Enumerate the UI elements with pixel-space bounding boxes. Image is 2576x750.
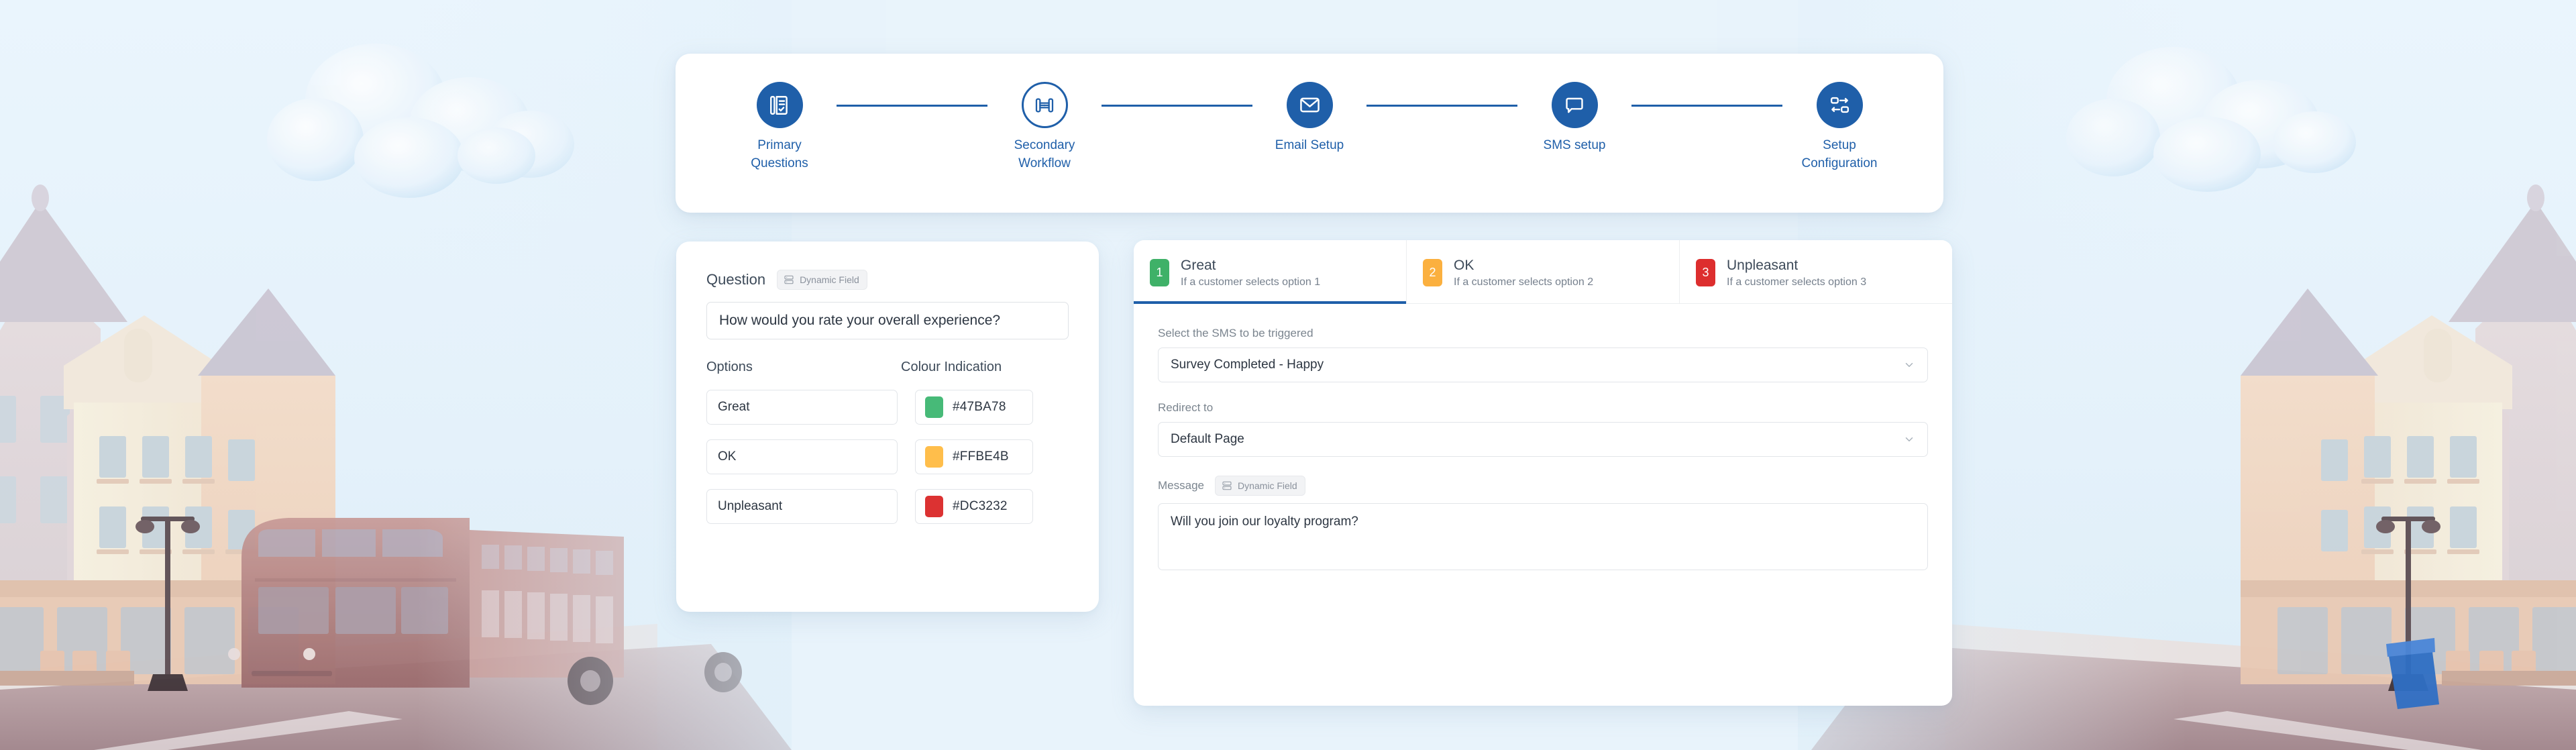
tab-option-1-subtitle: If a customer selects option 1 [1181, 276, 1321, 288]
tab-option-3-number: 3 [1696, 259, 1715, 287]
colour-indication-header: Colour Indication [901, 360, 1002, 374]
step-setup-configuration[interactable]: Setup Configuration [1782, 82, 1896, 173]
option-row-2: OK #FFBE4B [706, 439, 1069, 474]
option-input-3[interactable]: Unpleasant [706, 489, 898, 524]
step-email-setup-circle[interactable] [1286, 82, 1333, 128]
step-primary-questions-circle[interactable] [756, 82, 803, 128]
colour-swatch-1 [925, 396, 943, 418]
workflow-stepper-card: Primary Questions Secondary Workflow Ema… [676, 54, 1943, 213]
redirect-select[interactable]: Default Page [1158, 421, 1928, 457]
chevron-down-icon [1905, 437, 1913, 441]
lamp-post-right [2376, 517, 2440, 691]
stepper-connector-4 [1631, 105, 1782, 107]
message-dynamic-field-badge-label: Dynamic Field [1237, 480, 1297, 491]
stepper-connector-1 [837, 105, 987, 107]
question-input-value: How would you rate your overall experien… [719, 313, 1001, 328]
option-row-1: Great #47BA78 [706, 390, 1069, 425]
option-value-1: Great [718, 400, 750, 414]
message-header: Message Dynamic Field [1158, 475, 1928, 496]
form-spacer-2 [1158, 457, 1928, 476]
options-header: Options [706, 360, 753, 374]
step-secondary-workflow[interactable]: Secondary Workflow [987, 82, 1102, 173]
sms-select[interactable]: Survey Completed - Happy [1158, 347, 1928, 382]
sms-form: Select the SMS to be triggered Survey Co… [1134, 304, 1952, 570]
server-stack-icon [1222, 481, 1232, 490]
right-buildings [2241, 184, 2576, 691]
step-secondary-workflow-label: Secondary Workflow [1014, 138, 1075, 170]
colour-swatch-2 [925, 446, 943, 468]
step-setup-configuration-label: Setup Configuration [1801, 138, 1878, 170]
step-sms-setup-label: SMS setup [1543, 138, 1606, 152]
question-dynamic-field-badge[interactable]: Dynamic Field [777, 270, 867, 290]
option-input-2[interactable]: OK [706, 439, 898, 474]
tab-option-3[interactable]: 3 Unpleasant If a customer selects optio… [1680, 240, 1952, 303]
message-textarea-value: Will you join our loyalty program? [1171, 514, 1358, 529]
step-setup-configuration-circle[interactable] [1816, 82, 1863, 128]
step-primary-questions-label: Primary Questions [751, 138, 808, 170]
question-panel: Question Dynamic Field How would you rat… [676, 242, 1099, 612]
question-input[interactable]: How would you rate your overall experien… [706, 302, 1069, 339]
message-label: Message [1158, 478, 1204, 492]
option-value-2: OK [718, 449, 737, 464]
stepper-connector-2 [1102, 105, 1252, 107]
option-input-1[interactable]: Great [706, 390, 898, 425]
clipboard-check-icon [770, 95, 788, 115]
message-textarea[interactable]: Will you join our loyalty program? [1158, 502, 1928, 570]
stepper-connector-3 [1366, 105, 1517, 107]
tab-option-2-text: OK If a customer selects option 2 [1454, 258, 1593, 288]
colour-chip-1[interactable]: #47BA78 [915, 390, 1033, 425]
step-email-setup[interactable]: Email Setup [1252, 82, 1366, 155]
tab-option-2-title: OK [1454, 258, 1474, 273]
colour-hex-1: #47BA78 [953, 400, 1006, 414]
redirect-select-value: Default Page [1171, 431, 1244, 446]
workflow-stepper: Primary Questions Secondary Workflow Ema… [676, 54, 1943, 213]
sms-select-label: Select the SMS to be triggered [1158, 326, 1313, 339]
sms-select-value: Survey Completed - Happy [1171, 357, 1324, 372]
tab-option-1-number: 1 [1150, 259, 1169, 287]
question-label: Question [706, 271, 766, 288]
form-spacer-1 [1158, 382, 1928, 401]
chat-bubble-icon [1566, 97, 1583, 113]
tab-option-1[interactable]: 1 Great If a customer selects option 1 [1134, 240, 1407, 304]
option-value-3: Unpleasant [718, 499, 783, 513]
step-secondary-workflow-circle[interactable] [1021, 82, 1068, 128]
step-sms-setup-circle[interactable] [1551, 82, 1598, 128]
tab-option-1-title: Great [1181, 258, 1216, 273]
colour-chip-3[interactable]: #DC3232 [915, 489, 1033, 524]
sms-configuration-panel: 1 Great If a customer selects option 1 2… [1134, 240, 1952, 706]
colour-hex-2: #FFBE4B [953, 449, 1009, 464]
colour-hex-3: #DC3232 [953, 499, 1008, 513]
lamp-post-left [136, 517, 200, 691]
tab-option-2-number: 2 [1423, 259, 1442, 287]
tab-option-2-subtitle: If a customer selects option 2 [1454, 276, 1594, 288]
question-dynamic-field-badge-label: Dynamic Field [800, 274, 859, 285]
step-email-setup-label: Email Setup [1275, 138, 1344, 152]
step-sms-setup[interactable]: SMS setup [1517, 82, 1631, 155]
option-tabs: 1 Great If a customer selects option 1 2… [1134, 240, 1952, 304]
tab-option-1-text: Great If a customer selects option 1 [1181, 258, 1320, 288]
server-stack-icon [784, 275, 794, 284]
chevron-down-icon [1905, 362, 1913, 367]
left-buildings [0, 184, 335, 691]
tab-option-3-subtitle: If a customer selects option 3 [1727, 276, 1867, 288]
envelope-icon [1299, 97, 1320, 113]
colour-swatch-3 [925, 496, 943, 517]
message-dynamic-field-badge[interactable]: Dynamic Field [1214, 475, 1305, 496]
redirect-label: Redirect to [1158, 400, 1214, 414]
option-row-3: Unpleasant #DC3232 [706, 489, 1069, 524]
app-root: Primary Questions Secondary Workflow Ema… [0, 0, 2576, 750]
config-nodes-icon [1830, 97, 1849, 113]
double-decker-bus [228, 518, 742, 705]
workflow-node-icon [1035, 98, 1054, 112]
colour-chip-2[interactable]: #FFBE4B [915, 439, 1033, 474]
tab-option-3-text: Unpleasant If a customer selects option … [1727, 258, 1866, 288]
tab-option-2[interactable]: 2 OK If a customer selects option 2 [1407, 240, 1680, 303]
step-primary-questions[interactable]: Primary Questions [722, 82, 837, 173]
question-header: Question Dynamic Field [706, 270, 1069, 290]
cloud-right [2066, 47, 2356, 192]
options-column-headers: Options Colour Indication [706, 360, 1069, 375]
recycle-bin [2386, 638, 2439, 709]
cloud-left [267, 44, 574, 198]
tab-option-3-title: Unpleasant [1727, 258, 1799, 273]
